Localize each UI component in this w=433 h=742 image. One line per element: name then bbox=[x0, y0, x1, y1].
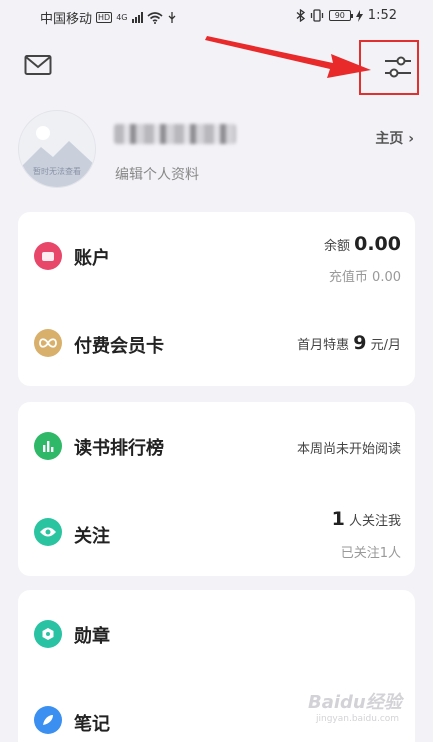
following-count: 已关注1人 bbox=[340, 546, 401, 561]
promo-suffix: 元/月 bbox=[370, 338, 401, 353]
medal-icon bbox=[34, 620, 62, 648]
eye-icon bbox=[34, 518, 62, 546]
infinity-icon bbox=[34, 329, 62, 357]
ranking-status[interactable]: 本周尚未开始阅读 bbox=[297, 438, 401, 457]
homepage-link[interactable]: 主页 › bbox=[375, 128, 414, 148]
watermark-brand: Baidu经验 bbox=[308, 692, 402, 713]
feather-icon bbox=[34, 706, 62, 734]
avatar-placeholder-text: 暂时无法查看 bbox=[33, 167, 81, 176]
annotation-arrow-icon bbox=[205, 36, 371, 78]
mail-icon[interactable] bbox=[24, 54, 52, 76]
bluetooth-icon bbox=[296, 9, 305, 22]
network-type: 4G bbox=[116, 13, 128, 22]
followers[interactable]: 1 人关注我 bbox=[332, 508, 401, 530]
charging-icon bbox=[355, 9, 363, 22]
username-blurred bbox=[114, 124, 236, 144]
recharge-coins: 充值币 0.00 bbox=[328, 270, 401, 285]
medals-label[interactable]: 勋章 bbox=[74, 622, 110, 648]
account-card: 账户 余额 0.00 充值币 0.00 付费会员卡 首月特惠 9 元/月 bbox=[18, 212, 415, 386]
followers-value: 1 bbox=[331, 508, 345, 530]
reading-card: 读书排行榜 本周尚未开始阅读 关注 1 人关注我 已关注1人 bbox=[18, 402, 415, 576]
vibrate-icon bbox=[310, 9, 323, 22]
balance[interactable]: 余额 0.00 bbox=[324, 233, 401, 255]
status-bar: 中国移动 HD 4G 90 1:52 bbox=[0, 0, 433, 34]
membership-label[interactable]: 付费会员卡 bbox=[74, 332, 164, 358]
watermark: Baidu经验 jingyan.baidu.com bbox=[308, 688, 402, 724]
membership-promo[interactable]: 首月特惠 9 元/月 bbox=[297, 332, 401, 354]
account-label[interactable]: 账户 bbox=[74, 244, 110, 270]
followers-suffix: 人关注我 bbox=[348, 514, 401, 529]
follow-label[interactable]: 关注 bbox=[74, 522, 110, 548]
battery-icon: 90 bbox=[328, 10, 353, 21]
bar-chart-icon bbox=[34, 432, 62, 460]
balance-prefix: 余额 bbox=[323, 239, 350, 254]
status-right: 90 1:52 bbox=[296, 8, 397, 23]
clock: 1:52 bbox=[367, 8, 397, 23]
notes-label[interactable]: 笔记 bbox=[74, 710, 110, 736]
carrier-name: 中国移动 bbox=[40, 12, 93, 27]
wallet-icon bbox=[34, 242, 62, 270]
wifi-icon bbox=[146, 11, 163, 24]
signal-icon bbox=[131, 12, 143, 23]
usb-icon bbox=[168, 12, 175, 23]
balance-value: 0.00 bbox=[354, 233, 401, 255]
promo-value: 9 bbox=[353, 332, 367, 354]
watermark-url: jingyan.baidu.com bbox=[316, 714, 400, 724]
avatar[interactable]: 暂时无法查看 bbox=[18, 110, 96, 188]
ranking-label[interactable]: 读书排行榜 bbox=[74, 434, 164, 460]
edit-profile-link[interactable]: 编辑个人资料 bbox=[115, 164, 199, 184]
hd-icon: HD bbox=[96, 12, 113, 23]
promo-prefix: 首月特惠 bbox=[297, 338, 350, 353]
status-left: 中国移动 HD 4G bbox=[40, 8, 177, 27]
